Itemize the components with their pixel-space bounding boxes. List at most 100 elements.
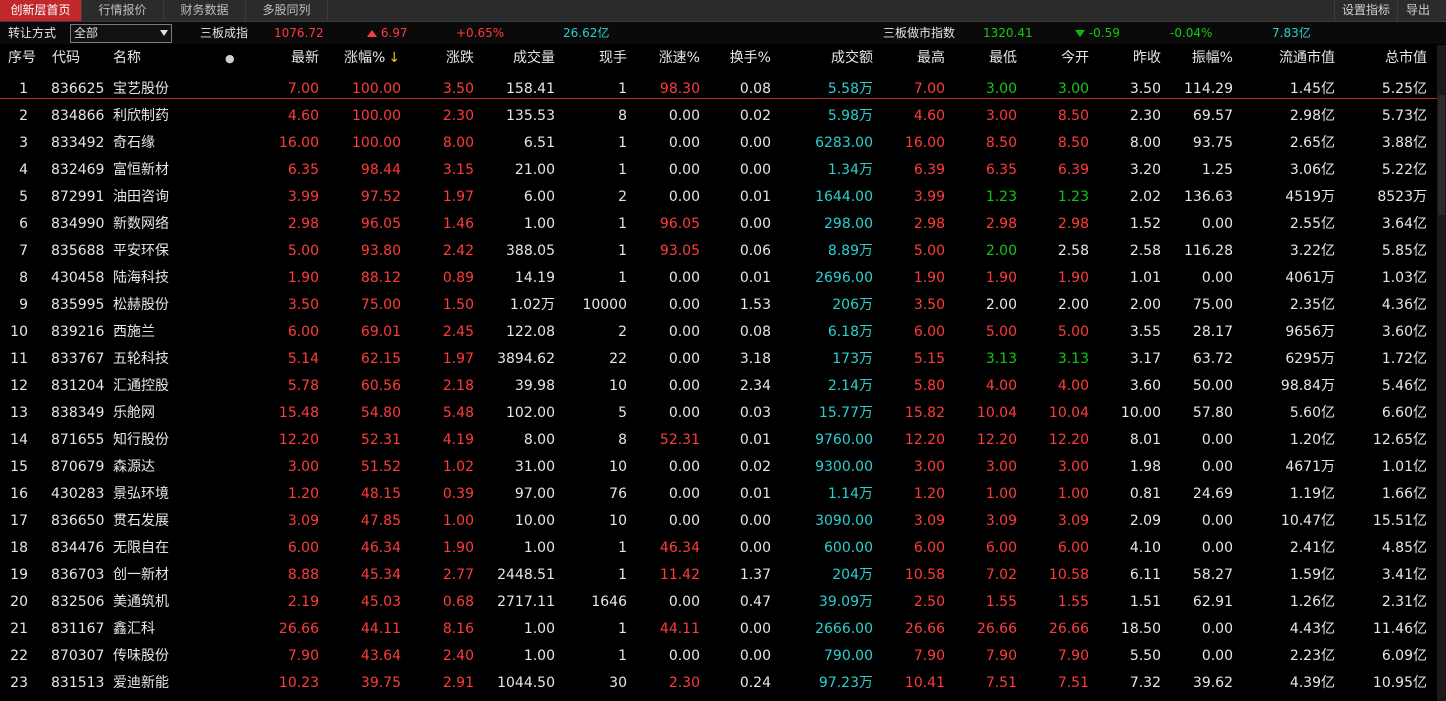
table-row[interactable]: 18 834476 无限自在 6.00 46.34 1.90 1.00 1 46.34 0.00 6…	[0, 531, 1446, 558]
cell-hand: 10	[609, 459, 627, 475]
cell-volume: 2448.51	[497, 567, 555, 583]
arrow-up-icon	[367, 30, 377, 37]
table-row[interactable]: 6 834990 新数网络 2.98 96.05 1.46 1.00 1 96.05 0.00 29…	[0, 207, 1446, 234]
cell-open: 2.00	[1057, 297, 1089, 313]
cell-amount: 204万	[832, 567, 873, 583]
col-header-amount[interactable]: 成交额	[780, 45, 873, 72]
cell-speed: 0.00	[668, 108, 700, 124]
cell-turnover: 0.00	[739, 216, 771, 232]
col-header-hand[interactable]: 现手	[560, 45, 627, 72]
cell-amplitude: 0.00	[1201, 270, 1233, 286]
cell-volume: 1.00	[523, 216, 555, 232]
cell-index: 10	[10, 324, 28, 340]
tab-innovation-home[interactable]: 创新层首页	[0, 0, 82, 21]
table-row[interactable]: 16 430283 景弘环境 1.20 48.15 0.39 97.00 76 0.00 0.01…	[0, 477, 1446, 504]
col-header-total-cap[interactable]: 总市值	[1340, 45, 1427, 72]
cell-prev-close: 3.55	[1129, 324, 1161, 340]
col-header-last[interactable]: 最新	[250, 45, 319, 72]
col-header-flag[interactable]: ●	[225, 45, 235, 72]
cell-name: 汇通控股	[113, 378, 169, 394]
cell-prev-close: 8.00	[1129, 135, 1161, 151]
col-header-name[interactable]: 名称	[113, 45, 141, 72]
settings-indicator-button[interactable]: 设置指标	[1334, 0, 1397, 21]
col-header-amplitude[interactable]: 振幅%	[1165, 45, 1233, 72]
cell-total-cap: 4.36亿	[1381, 297, 1427, 313]
cell-index: 1	[19, 81, 28, 97]
cell-amplitude: 114.29	[1184, 81, 1233, 97]
transfer-method-select[interactable]: 全部	[70, 24, 172, 43]
table-row[interactable]: 1 836625 宝艺股份 7.00 100.00 3.50 158.41 1 98.30 0.0…	[0, 72, 1446, 99]
cell-high: 26.66	[904, 621, 945, 637]
table-row[interactable]: 11 833767 五轮科技 5.14 62.15 1.97 3894.62 22 0.00 3.…	[0, 342, 1446, 369]
cell-index: 20	[10, 594, 28, 610]
col-header-prev-close[interactable]: 昨收	[1095, 45, 1161, 72]
cell-pct: 48.15	[360, 486, 401, 502]
cell-low: 7.90	[985, 648, 1017, 664]
table-row[interactable]: 3 833492 奇石缘 16.00 100.00 8.00 6.51 1 0.00 0.00 62…	[0, 126, 1446, 153]
table-row[interactable]: 8 430458 陆海科技 1.90 88.12 0.89 14.19 1 0.00 0.01 26…	[0, 261, 1446, 288]
cell-float-cap: 2.23亿	[1289, 648, 1335, 664]
col-header-turnover[interactable]: 换手%	[700, 45, 771, 72]
tab-multi-stock[interactable]: 多股同列	[246, 0, 328, 21]
table-row[interactable]: 21 831167 鑫汇科 26.66 44.11 8.16 1.00 1 44.11 0.00 2…	[0, 612, 1446, 639]
cell-float-cap: 2.55亿	[1289, 216, 1335, 232]
table-row[interactable]: 17 836650 贯石发展 3.09 47.85 1.00 10.00 10 0.00 0.00…	[0, 504, 1446, 531]
vertical-scrollbar[interactable]	[1437, 45, 1446, 701]
table-row[interactable]: 14 871655 知行股份 12.20 52.31 4.19 8.00 8 52.31 0.01…	[0, 423, 1446, 450]
cell-open: 4.00	[1057, 378, 1089, 394]
cell-amount: 790.00	[824, 648, 873, 664]
col-header-low[interactable]: 最低	[950, 45, 1017, 72]
table-row[interactable]: 22 870307 传味股份 7.90 43.64 2.40 1.00 1 0.00 0.00 79…	[0, 639, 1446, 666]
cell-index: 22	[10, 648, 28, 664]
cell-name: 贯石发展	[113, 513, 169, 529]
cell-prev-close: 3.17	[1129, 351, 1161, 367]
cell-float-cap: 2.35亿	[1289, 297, 1335, 313]
table-row[interactable]: 20 832506 美通筑机 2.19 45.03 0.68 2717.11 1646 0.00…	[0, 585, 1446, 612]
cell-change: 2.77	[442, 567, 474, 583]
cell-pct: 100.00	[352, 108, 401, 124]
col-header-volume[interactable]: 成交量	[480, 45, 555, 72]
table-row[interactable]: 12 831204 汇通控股 5.78 60.56 2.18 39.98 10 0.00 2.34…	[0, 369, 1446, 396]
tab-financial-data[interactable]: 财务数据	[164, 0, 246, 21]
col-header-code[interactable]: 代码	[52, 45, 80, 72]
table-row[interactable]: 7 835688 平安环保 5.00 93.80 2.42 388.05 1 93.05 0.06…	[0, 234, 1446, 261]
col-header-change[interactable]: 涨跌	[400, 45, 474, 72]
table-row[interactable]: 9 835995 松赫股份 3.50 75.00 1.50 1.02万 10000 0.00 1.…	[0, 288, 1446, 315]
cell-pct: 60.56	[360, 378, 401, 394]
table-row[interactable]: 5 872991 油田咨询 3.99 97.52 1.97 6.00 2 0.00 0.01 164…	[0, 180, 1446, 207]
cell-high: 5.15	[913, 351, 945, 367]
table-row[interactable]: 4 832469 富恒新材 6.35 98.44 3.15 21.00 1 0.00 0.00 1.…	[0, 153, 1446, 180]
table-row[interactable]: 13 838349 乐舱网 15.48 54.80 5.48 102.00 5 0.00 0.03…	[0, 396, 1446, 423]
col-header-pct[interactable]: 涨幅% ↓	[344, 45, 400, 72]
col-header-float-cap[interactable]: 流通市值	[1240, 45, 1335, 72]
cell-pct: 51.52	[360, 459, 401, 475]
cell-total-cap: 5.22亿	[1381, 162, 1427, 178]
index2-pct: -0.04%	[1170, 26, 1213, 40]
col-header-open[interactable]: 今开	[1020, 45, 1089, 72]
tab-quotes[interactable]: 行情报价	[82, 0, 164, 21]
cell-code: 839216	[51, 324, 105, 340]
cell-pct: 46.34	[360, 540, 401, 556]
cell-speed: 0.00	[668, 405, 700, 421]
col-header-speed[interactable]: 涨速%	[630, 45, 700, 72]
table-row[interactable]: 10 839216 西施兰 6.00 69.01 2.45 122.08 2 0.00 0.08 6…	[0, 315, 1446, 342]
cell-low: 6.35	[985, 162, 1017, 178]
col-header-index[interactable]: 序号	[8, 45, 36, 72]
table-row[interactable]: 2 834866 利欣制药 4.60 100.00 2.30 135.53 8 0.00 0.02…	[0, 99, 1446, 126]
cell-last: 26.66	[278, 621, 319, 637]
cell-low: 1.00	[985, 486, 1017, 502]
cell-turnover: 0.00	[739, 648, 771, 664]
table-row[interactable]: 19 836703 创一新材 8.88 45.34 2.77 2448.51 1 11.42 1.…	[0, 558, 1446, 585]
table-row[interactable]: 15 870679 森源达 3.00 51.52 1.02 31.00 10 0.00 0.02 9…	[0, 450, 1446, 477]
table-row[interactable]: 23 831513 爱迪新能 10.23 39.75 2.91 1044.50 30 2.30 0…	[0, 666, 1446, 693]
export-button[interactable]: 导出	[1397, 0, 1438, 21]
index2-change-value: -0.59	[1088, 26, 1120, 40]
cell-index: 11	[10, 351, 28, 367]
cell-turnover: 1.53	[739, 297, 771, 313]
col-header-high[interactable]: 最高	[880, 45, 945, 72]
cell-last: 5.78	[287, 378, 319, 394]
cell-speed: 0.00	[668, 378, 700, 394]
cell-change: 0.68	[442, 594, 474, 610]
scrollbar-thumb[interactable]	[1438, 95, 1445, 215]
col-header-pct-label: 涨幅%	[344, 50, 386, 66]
